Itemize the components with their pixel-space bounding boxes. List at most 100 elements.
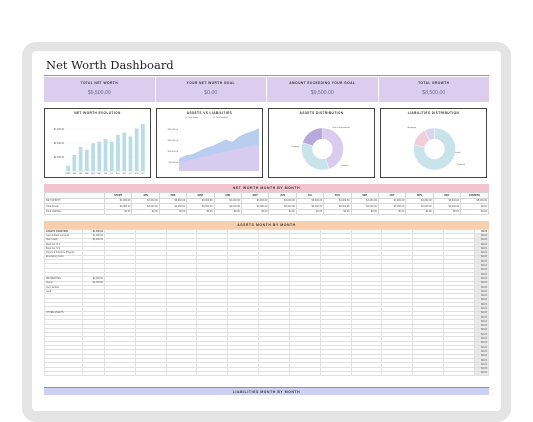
row-label: Total Liabilities (44, 208, 105, 215)
y-tick-label: $4,500.00 (54, 143, 65, 145)
bar (116, 134, 120, 171)
slice-label: Credit (455, 151, 461, 154)
bar (128, 136, 133, 171)
table-cell[interactable]: $0.00 (460, 208, 489, 215)
legend-swatch (213, 116, 215, 118)
month-cell[interactable] (134, 370, 167, 377)
net-worth-evolution-chart[interactable]: $7,000.00 $4,500.00 $2,500.00 START JAN FEB MA… (44, 108, 151, 178)
kpi-total-net-worth: TOTAL NET WORTH $9,500.00 (44, 77, 156, 102)
chart-title: ASSETS DISTRIBUTION (299, 111, 344, 115)
month-cell[interactable] (258, 370, 290, 377)
month-cell[interactable] (319, 370, 352, 377)
total-cell: $0.00 (474, 370, 489, 377)
month-cell[interactable] (196, 370, 229, 377)
assets-month-table: ASSETS OVERVIEW $1,000.00 $0.00 Cash & Bank… (44, 228, 489, 377)
pie-slice (302, 127, 323, 147)
month-cell[interactable] (227, 370, 260, 377)
y-tick-label: $20,000.00 (168, 129, 179, 131)
bar (103, 139, 108, 171)
kpi-bar: TOTAL NET WORTH $9,500.00 YOUR NET WORTH… (44, 77, 489, 102)
month-cell[interactable] (104, 370, 136, 377)
kpi-total-growth: TOTAL GROWTH $8,500.00 (379, 77, 490, 102)
kpi-amount-exceeding-goal: AMOUNT EXCEEDING YOUR GOAL $9,500.00 (267, 77, 379, 102)
slice-label: Vehicles (341, 165, 348, 167)
table-cell[interactable]: $0.00 (432, 208, 462, 215)
table-cell[interactable]: $0.00 (323, 208, 352, 215)
bar (134, 128, 139, 171)
start-cell[interactable] (82, 370, 105, 377)
kpi-net-worth-goal: YOUR NET WORTH GOAL $0.00 (156, 77, 267, 102)
pie-slice (301, 142, 330, 171)
month-cell[interactable] (350, 370, 383, 377)
table-cell[interactable]: $0.00 (405, 208, 434, 215)
slice-label: Property (291, 145, 299, 148)
x-tick-label: MAY (98, 172, 102, 175)
month-cell[interactable] (443, 370, 475, 377)
bar (97, 141, 102, 171)
chart-title: NET WORTH EVOLUTION (74, 111, 121, 115)
month-cell[interactable] (412, 370, 445, 377)
x-tick-label: FEB (79, 173, 83, 175)
liabilities-distribution-chart[interactable]: Mortgage Credit Personal LIABILITIES DISTR… (380, 108, 487, 178)
bar (91, 143, 95, 171)
month-cell[interactable] (288, 370, 321, 377)
slice-label: Cash & Investments (332, 126, 350, 129)
assets-vs-liabilities-chart[interactable]: Total assets Total liabilities $20,000.00 $… (156, 108, 263, 178)
x-tick-label: DEC (141, 173, 145, 175)
table-cell[interactable]: $0.00 (213, 208, 242, 215)
table-cell[interactable]: $0.00 (295, 208, 325, 215)
table-cell[interactable]: $0.00 (186, 208, 215, 215)
bar-chart-svg: $7,000.00 $4,500.00 $2,500.00 START JAN FEB MA… (54, 124, 146, 175)
x-tick-label: OCT (129, 173, 133, 175)
y-tick-label: $15,000.00 (168, 140, 179, 142)
kpi-label: AMOUNT EXCEEDING YOUR GOAL (289, 81, 356, 85)
bar (109, 141, 114, 171)
bar (66, 165, 70, 171)
bar (72, 155, 77, 171)
table-cell[interactable]: $0.00 (103, 208, 133, 215)
legend-label: Total liabilities (216, 116, 228, 119)
table-cell[interactable]: $0.00 (240, 208, 270, 215)
net-worth-month-header: NET WORTH MONTH BY MONTH (44, 184, 489, 192)
x-tick-label: JUN (104, 173, 108, 175)
x-tick-label: JAN (73, 172, 77, 175)
y-tick-label: $5,000.00 (169, 162, 179, 164)
table-cell[interactable]: $0.00 (377, 208, 407, 215)
title-divider (44, 75, 489, 76)
assets-month-header: ASSETS MONTH BY MONTH (44, 221, 489, 229)
area-chart-svg: Total assets Total liabilities $20,000.00 $… (168, 116, 259, 171)
x-tick-label: JUL (110, 173, 113, 175)
bar (78, 147, 83, 171)
month-cell[interactable] (165, 370, 198, 377)
spreadsheet-page: Net Worth Dashboard TOTAL NET WORTH $9,5… (32, 51, 501, 411)
table-cell[interactable]: $0.00 (158, 208, 188, 215)
chart-title: LIABILITIES DISTRIBUTION (407, 111, 460, 115)
x-tick-label: NOV (135, 173, 140, 175)
kpi-label: YOUR NET WORTH GOAL (186, 81, 235, 85)
table-cell[interactable]: $0.00 (131, 208, 160, 215)
kpi-value: $8,500.00 (422, 90, 446, 96)
y-tick-label: $7,000.00 (54, 129, 65, 131)
bar (84, 149, 89, 171)
liabilities-month-header: LIABILITIES MONTH BY MONTH (44, 387, 489, 395)
y-tick-label: $2,500.00 (54, 157, 65, 159)
table-cell[interactable]: $0.00 (350, 208, 379, 215)
x-tick-label: SEP (122, 173, 126, 175)
slice-label: Personal (457, 164, 465, 166)
y-tick-label: $10,000.00 (168, 151, 179, 153)
table-row: Total Liabilities $0.00 $0.00 $0.00 $0.00 $0.… (44, 208, 489, 215)
assets-distribution-chart[interactable]: Cash & Investments Property Vehicles ASSET… (268, 108, 375, 178)
x-tick-label: START (65, 172, 70, 175)
x-tick-label: AUG (116, 172, 120, 175)
kpi-value: $0.00 (204, 90, 218, 96)
table-cell[interactable]: $0.00 (268, 208, 297, 215)
kpi-value: $9,500.00 (310, 90, 334, 96)
donut-chart-svg: Mortgage Credit Personal (408, 126, 465, 171)
net-worth-month-table: START JAN FEB MAR APR MAY JUN JUL AUG SEP OCT NOV DE… (44, 192, 489, 215)
row-label (44, 370, 83, 377)
bar (122, 132, 127, 171)
month-cell[interactable] (381, 370, 414, 377)
x-tick-label: APR (91, 172, 95, 175)
table-row: $0.00 (44, 370, 489, 377)
page-title: Net Worth Dashboard (46, 58, 174, 72)
